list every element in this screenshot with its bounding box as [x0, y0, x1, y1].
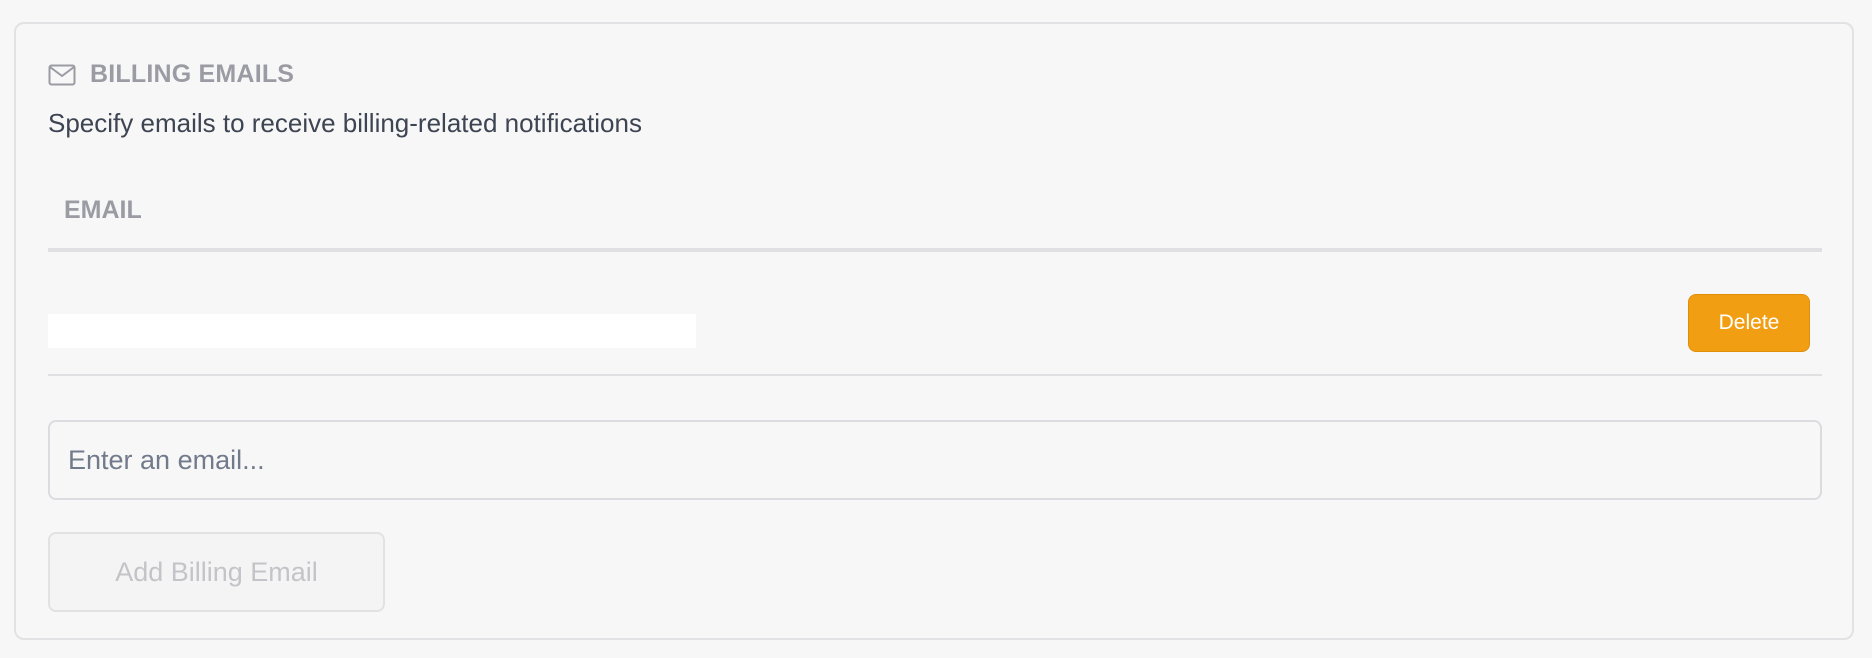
email-cell	[48, 314, 696, 348]
delete-button[interactable]: Delete	[1688, 294, 1810, 352]
section-header: BILLING EMAILS	[48, 60, 294, 89]
email-input[interactable]	[48, 420, 1822, 500]
table-row: Delete	[48, 252, 1822, 376]
billing-emails-card: BILLING EMAILS Specify emails to receive…	[14, 22, 1854, 640]
column-header-email: EMAIL	[64, 196, 142, 224]
mail-icon	[48, 64, 76, 86]
section-title: BILLING EMAILS	[90, 60, 295, 88]
add-billing-email-button[interactable]: Add Billing Email	[48, 532, 385, 612]
section-description: Specify emails to receive billing-relate…	[48, 108, 642, 138]
